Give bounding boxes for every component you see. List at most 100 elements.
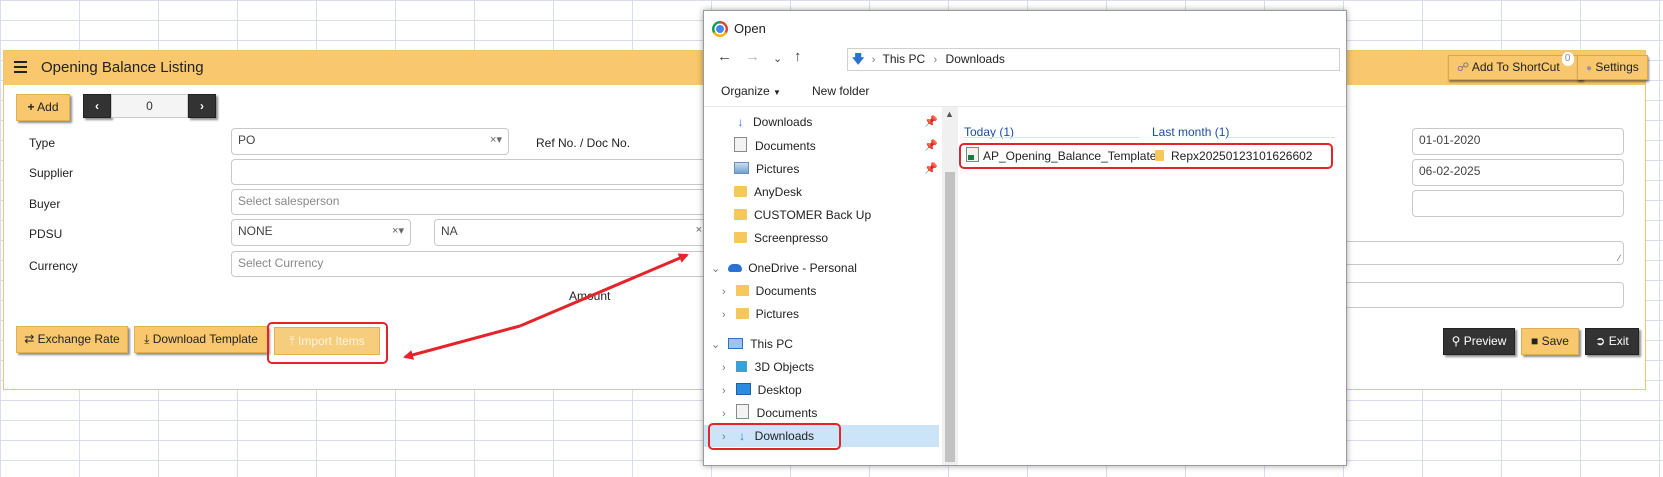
nav-item-label: Pictures <box>755 307 800 321</box>
menu-icon[interactable] <box>14 61 27 73</box>
nav-documents[interactable]: › Documents <box>722 402 817 424</box>
resize-handle-icon: ∕ <box>1618 253 1620 263</box>
preview-label: Preview <box>1463 334 1507 348</box>
exchange-rate-button[interactable]: ⇄ Exchange Rate <box>16 326 128 353</box>
pager-input[interactable]: 0 <box>111 94 188 118</box>
group-header-last-month[interactable]: Last month (1) <box>1152 125 1229 139</box>
open-file-dialog: Open ← → ⌄ ↑ 🡇 › This PC › Downloads Org… <box>703 10 1347 466</box>
nav-onedrive-pictures[interactable]: › Pictures <box>722 303 799 325</box>
download-template-label: Download Template <box>152 332 258 346</box>
nav-quick-screenpresso[interactable]: Screenpresso <box>734 227 828 249</box>
recent-locations-chevron-icon[interactable]: ⌄ <box>773 52 782 65</box>
navigation-pane: ↓ Downloads 📌 Documents 📌 Pictures 📌 AnyD… <box>704 107 951 465</box>
file-name: Repx20250123101626602 <box>1171 149 1313 163</box>
file-list-pane: Today (1) Last month (1) AP_Opening_Bala… <box>959 107 1346 465</box>
clear-chevron-icon[interactable]: ×▾ <box>392 224 404 237</box>
group-divider <box>964 137 1139 138</box>
desktop-icon <box>735 383 751 395</box>
pdsu-select-value: NONE <box>238 224 273 238</box>
date-field-2[interactable]: 06-02-2025 <box>1412 159 1624 186</box>
nav-onedrive-documents[interactable]: › Documents <box>722 280 816 302</box>
computer-icon <box>728 338 744 349</box>
supplier-select[interactable] <box>231 159 709 185</box>
cloud-icon <box>728 264 743 272</box>
chevron-right-icon: › <box>722 286 726 298</box>
add-to-shortcut-button[interactable]: ☍ Add To ShortCut0 <box>1448 52 1583 80</box>
breadcrumb-separator-icon: › <box>933 54 938 66</box>
right-field-3[interactable] <box>1412 190 1624 217</box>
nav-quick-documents[interactable]: Documents 📌 <box>734 135 938 157</box>
file-item-template[interactable]: AP_Opening_Balance_Template <box>966 145 1156 167</box>
type-label: Type <box>29 136 56 150</box>
nav-item-label: Desktop <box>757 383 802 397</box>
chrome-icon <box>712 21 728 37</box>
nav-desktop[interactable]: › Desktop <box>722 379 802 401</box>
nav-scrollbar[interactable]: ▲ <box>942 107 958 465</box>
pin-icon: 📌 <box>924 140 938 152</box>
download-location-icon: 🡇 <box>852 52 865 66</box>
add-button[interactable]: + Add <box>16 94 70 121</box>
date-field-1[interactable]: 01-01-2020 <box>1412 128 1624 155</box>
type-select[interactable]: PO ×▾ <box>231 128 509 155</box>
import-items-button[interactable]: ⤒ Import Items <box>274 327 380 355</box>
download-template-button[interactable]: ⤓ Download Template <box>134 326 268 353</box>
pdsu-select[interactable]: NONE ×▾ <box>231 219 411 246</box>
supplier-label: Supplier <box>29 166 74 180</box>
forward-arrow-icon[interactable]: → <box>745 48 760 65</box>
back-arrow-icon[interactable]: ← <box>717 48 732 65</box>
exit-button[interactable]: ➲ Exit <box>1585 328 1639 355</box>
nav-onedrive[interactable]: ⌄ OneDrive - Personal <box>711 257 857 279</box>
new-folder-button[interactable]: New folder <box>812 84 869 98</box>
link-icon: ☍ <box>1457 60 1470 74</box>
exchange-icon: ⇄ <box>24 332 35 346</box>
preview-button[interactable]: ⚲ Preview <box>1443 328 1515 355</box>
nav-quick-anydesk[interactable]: AnyDesk <box>734 181 802 203</box>
chevron-down-icon: ⌄ <box>711 339 721 351</box>
clear-glyph: × <box>490 134 497 146</box>
amount-label: Amount <box>569 289 611 303</box>
pdsu-secondary-select[interactable]: NA × <box>434 219 709 246</box>
remarks-textarea[interactable]: ∕ <box>1340 241 1624 265</box>
organize-menu[interactable]: Organize ▼ <box>721 84 781 98</box>
nav-quick-pictures[interactable]: Pictures 📌 <box>734 158 938 180</box>
pager-next-button[interactable]: › <box>188 94 216 118</box>
file-name: AP_Opening_Balance_Template <box>983 149 1157 163</box>
up-arrow-icon[interactable]: ↑ <box>794 48 802 65</box>
address-bar[interactable]: 🡇 › This PC › Downloads <box>847 48 1340 71</box>
scroll-up-icon[interactable]: ▲ <box>945 109 954 119</box>
dialog-title: Open <box>734 21 766 36</box>
clear-glyph: × <box>392 225 399 237</box>
document-icon <box>734 137 747 152</box>
plus-icon: + <box>27 100 35 114</box>
cube-icon <box>735 361 747 372</box>
import-items-label: Import Items <box>297 334 365 348</box>
clear-icon[interactable]: × <box>696 224 702 236</box>
nav-item-label: This PC <box>750 337 793 351</box>
download-icon: ↓ <box>737 115 744 129</box>
organize-label: Organize <box>721 84 770 98</box>
pin-icon: 📌 <box>924 116 938 128</box>
nav-item-label: AnyDesk <box>754 185 803 199</box>
save-button[interactable]: ■ Save <box>1521 328 1579 355</box>
type-select-value: PO <box>238 133 256 147</box>
save-label: Save <box>1541 334 1569 348</box>
currency-select[interactable]: Select Currency <box>231 251 709 277</box>
page-title: Opening Balance Listing <box>41 59 204 76</box>
scrollbar-thumb[interactable] <box>945 172 955 462</box>
clear-chevron-icon[interactable]: ×▾ <box>490 133 502 146</box>
settings-button[interactable]: ● Settings <box>1577 55 1648 80</box>
dropdown-caret-icon: ▼ <box>773 88 781 97</box>
buyer-select[interactable]: Select salesperson <box>231 189 709 215</box>
nav-item-label: Documents <box>756 406 818 420</box>
nav-quick-downloads[interactable]: ↓ Downloads 📌 <box>734 111 938 133</box>
pictures-icon <box>734 162 749 174</box>
breadcrumb-this-pc[interactable]: This PC <box>882 52 925 66</box>
right-field-5[interactable] <box>1340 282 1624 308</box>
nav-3d-objects[interactable]: › 3D Objects <box>722 356 814 378</box>
nav-this-pc[interactable]: ⌄ This PC <box>711 333 793 355</box>
nav-quick-customer-backup[interactable]: CUSTOMER Back Up <box>734 204 871 226</box>
file-item-repx[interactable]: Repx20250123101626602 <box>1155 145 1312 167</box>
pager-prev-button[interactable]: ‹ <box>83 94 111 118</box>
pdsu-secondary-value: NA <box>441 224 458 238</box>
breadcrumb-downloads[interactable]: Downloads <box>946 52 1005 66</box>
